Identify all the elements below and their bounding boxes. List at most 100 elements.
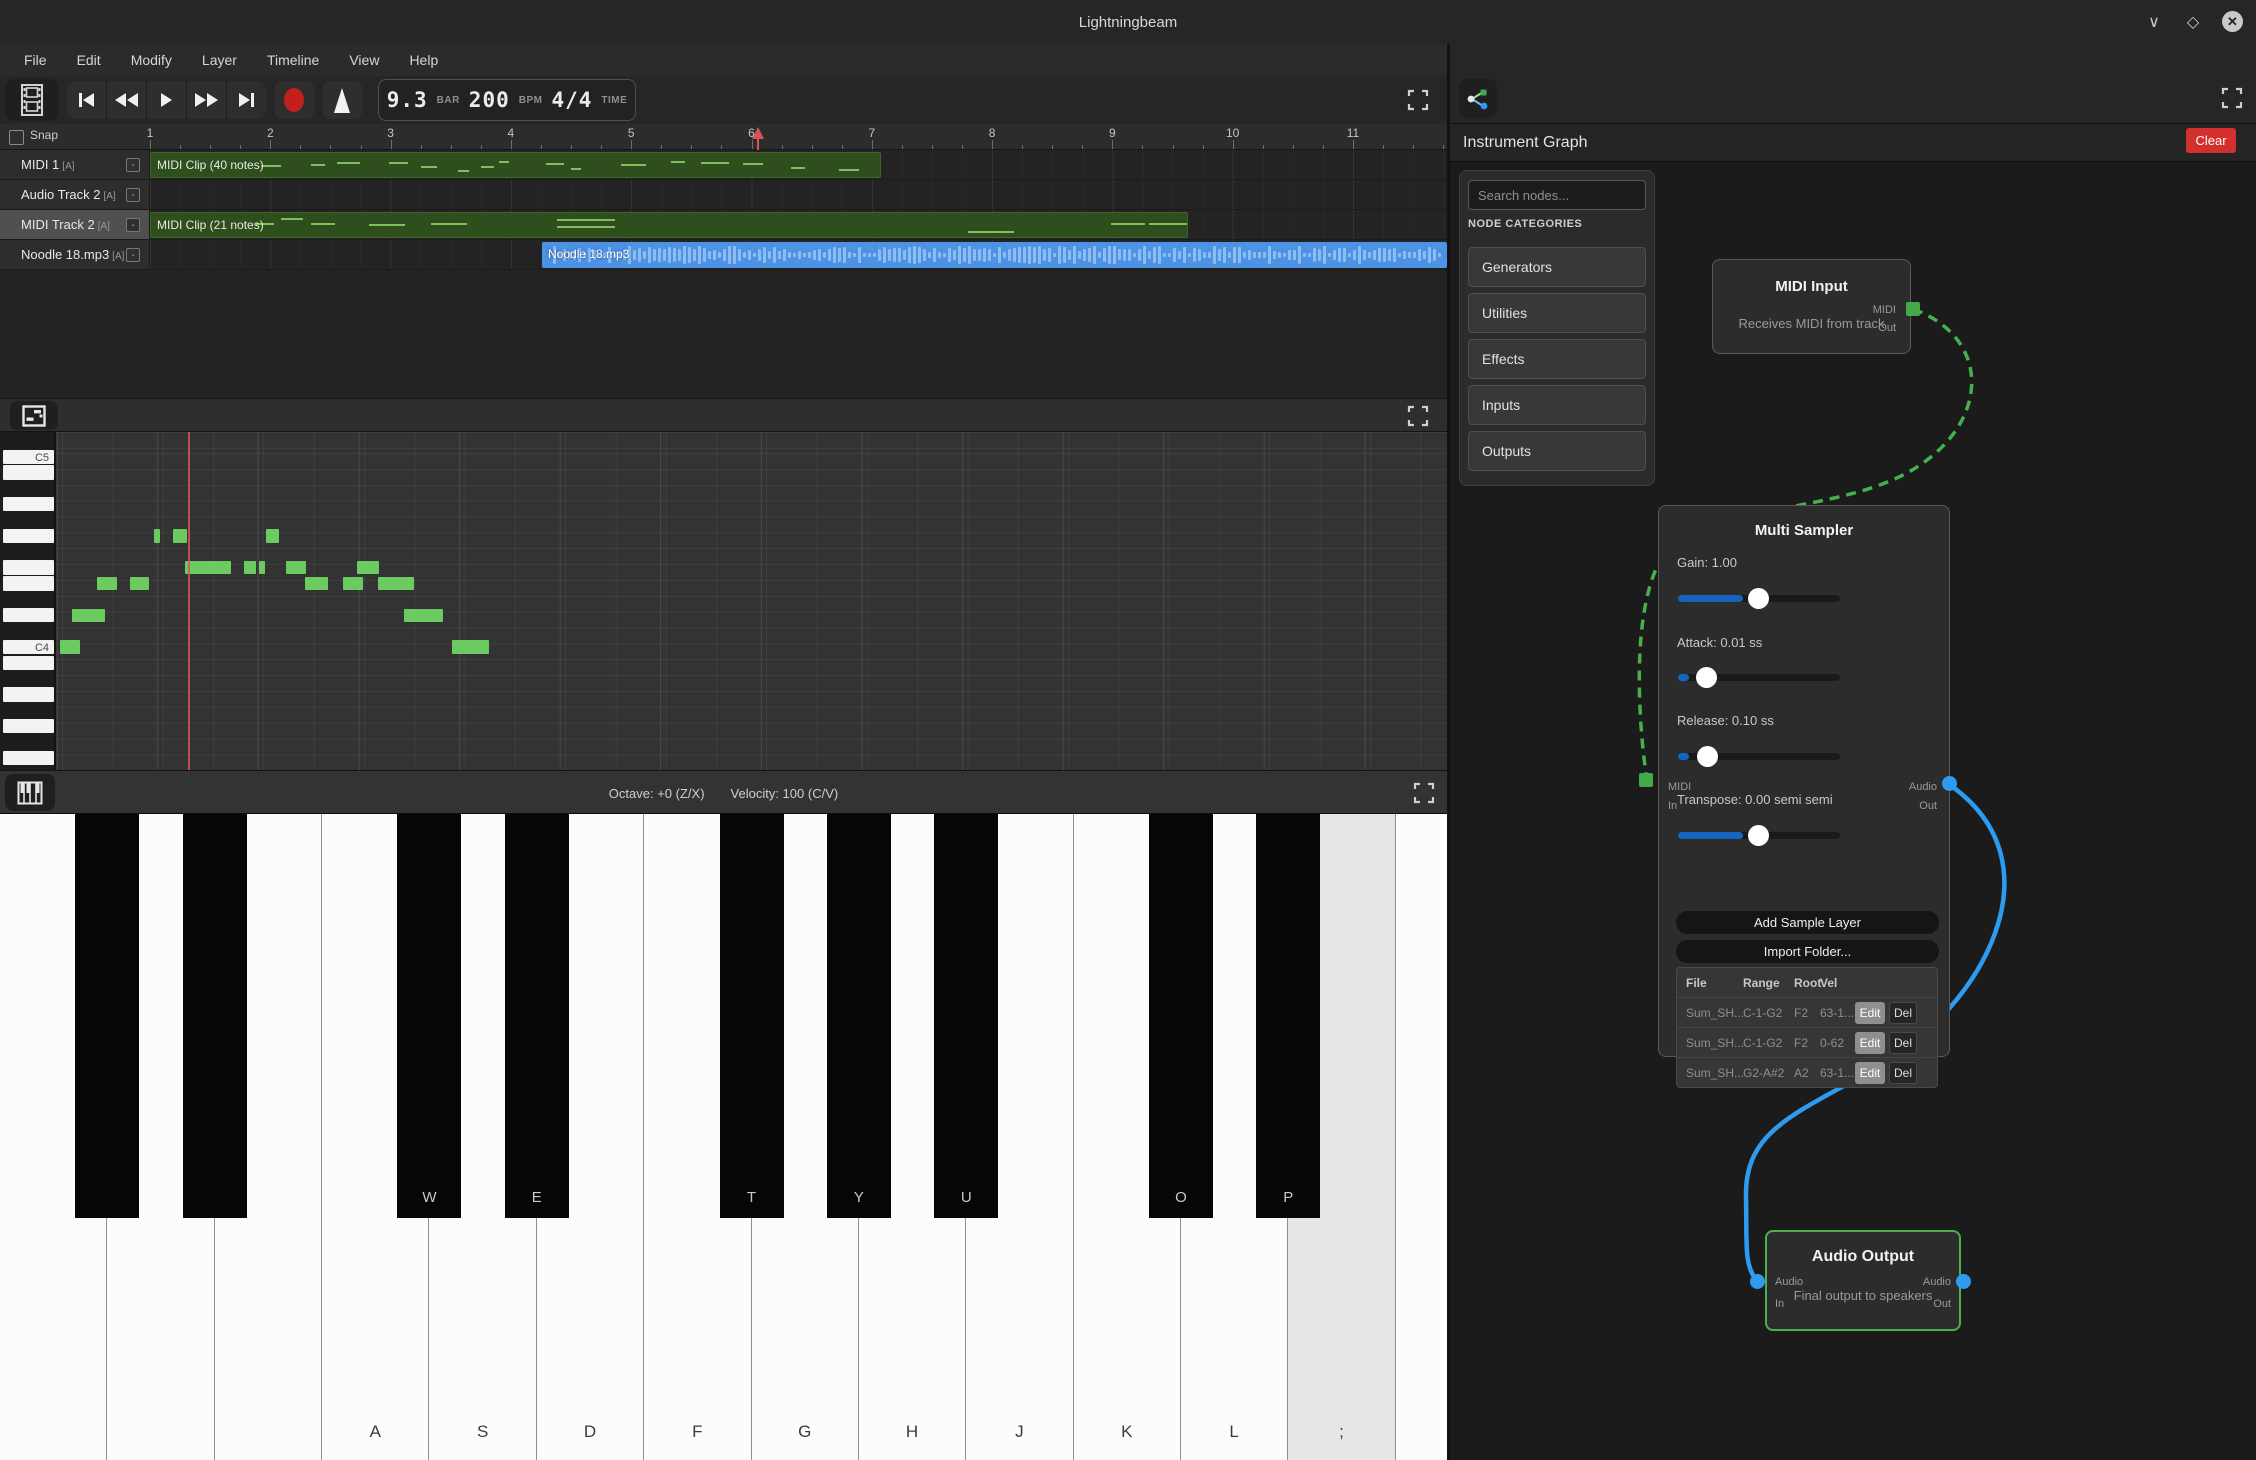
record-button[interactable] bbox=[274, 81, 314, 119]
midi-clip[interactable]: MIDI Clip (40 notes) bbox=[150, 152, 881, 178]
midi-note[interactable] bbox=[286, 561, 306, 575]
node-multi-sampler[interactable]: Multi Sampler Gain: 1.00Attack: 0.01 ssR… bbox=[1658, 505, 1950, 1057]
slider-track-1[interactable] bbox=[1678, 674, 1840, 681]
midi-note[interactable] bbox=[305, 577, 328, 591]
black-key-O[interactable]: O bbox=[1149, 814, 1213, 1218]
track-lane[interactable]: MIDI Clip (40 notes) bbox=[150, 150, 1447, 179]
film-button[interactable] bbox=[5, 79, 58, 121]
import-folder-button[interactable]: Import Folder... bbox=[1676, 940, 1939, 963]
slider-track-3[interactable] bbox=[1678, 832, 1840, 839]
midi-note[interactable] bbox=[404, 609, 443, 623]
black-key-E[interactable]: E bbox=[505, 814, 569, 1218]
pianoroll-key-F4[interactable] bbox=[3, 560, 54, 574]
pianoroll-key-C5[interactable]: C5 bbox=[3, 450, 54, 464]
pianoroll-popout-button[interactable] bbox=[10, 401, 58, 430]
pianoroll-key-G3[interactable] bbox=[3, 719, 54, 733]
black-key-P[interactable]: P bbox=[1256, 814, 1320, 1218]
graph-fullscreen-icon[interactable] bbox=[2220, 86, 2244, 110]
sample-edit-button[interactable]: Edit bbox=[1855, 1032, 1885, 1054]
slider-track-0[interactable] bbox=[1678, 595, 1840, 602]
black-key-W[interactable]: W bbox=[397, 814, 461, 1218]
category-inputs[interactable]: Inputs bbox=[1468, 385, 1646, 425]
category-utilities[interactable]: Utilities bbox=[1468, 293, 1646, 333]
track-checkbox[interactable]: - bbox=[126, 248, 140, 262]
pianoroll-key-E4[interactable] bbox=[3, 576, 54, 590]
black-key-Y[interactable]: Y bbox=[827, 814, 891, 1218]
slider-knob[interactable] bbox=[1697, 746, 1718, 767]
skip-end-button[interactable] bbox=[227, 81, 266, 119]
slider-knob[interactable] bbox=[1748, 588, 1769, 609]
track-checkbox[interactable]: - bbox=[126, 158, 140, 172]
add-sample-layer-button[interactable]: Add Sample Layer bbox=[1676, 911, 1939, 934]
track-lane[interactable] bbox=[150, 180, 1447, 209]
pianoroll-key-A4[interactable] bbox=[3, 497, 54, 511]
midi-note[interactable] bbox=[60, 640, 80, 654]
menu-item-timeline[interactable]: Timeline bbox=[255, 48, 331, 72]
keyboard-fullscreen-icon[interactable] bbox=[1412, 781, 1436, 805]
pianoroll-fullscreen-icon[interactable] bbox=[1406, 404, 1430, 428]
node-audio-output[interactable]: Audio Output Final output to speakers Au… bbox=[1765, 1230, 1961, 1331]
minimize-icon[interactable]: ∨ bbox=[2141, 9, 2167, 35]
close-icon[interactable]: ✕ bbox=[2222, 11, 2243, 32]
pianoroll-key-A3[interactable] bbox=[3, 687, 54, 701]
keyboard-popout-button[interactable] bbox=[5, 774, 55, 811]
pianoroll-playhead[interactable] bbox=[188, 432, 190, 770]
midi-note[interactable] bbox=[378, 577, 414, 591]
sample-del-button[interactable]: Del bbox=[1889, 1032, 1917, 1054]
pianoroll-key-B3[interactable] bbox=[3, 656, 54, 670]
pianoroll-key-G4[interactable] bbox=[3, 529, 54, 543]
pianoroll-grid[interactable] bbox=[56, 432, 1447, 770]
sample-edit-button[interactable]: Edit bbox=[1855, 1062, 1885, 1084]
midi-note[interactable] bbox=[259, 561, 265, 575]
menu-item-modify[interactable]: Modify bbox=[119, 48, 184, 72]
slider-knob[interactable] bbox=[1696, 667, 1717, 688]
slider-track-2[interactable] bbox=[1678, 753, 1840, 760]
black-key-U[interactable]: U bbox=[934, 814, 998, 1218]
sample-del-button[interactable]: Del bbox=[1889, 1002, 1917, 1024]
white-key-idx13[interactable] bbox=[1396, 814, 1447, 1460]
audio-output-out-port[interactable] bbox=[1956, 1274, 1971, 1289]
maximize-icon[interactable]: ◇ bbox=[2180, 9, 2206, 35]
category-effects[interactable]: Effects bbox=[1468, 339, 1646, 379]
timeline-ruler[interactable]: Snap 1234567891011 bbox=[0, 124, 1447, 150]
timeline-fullscreen-icon[interactable] bbox=[1406, 88, 1430, 112]
play-button[interactable] bbox=[147, 81, 187, 119]
midi-note[interactable] bbox=[343, 577, 363, 591]
midi-note[interactable] bbox=[130, 577, 149, 591]
midi-note[interactable] bbox=[173, 529, 187, 543]
pianoroll-key-C4[interactable]: C4 bbox=[3, 640, 54, 654]
rewind-button[interactable] bbox=[107, 81, 147, 119]
slider-knob[interactable] bbox=[1748, 825, 1769, 846]
black-key-T[interactable]: T bbox=[720, 814, 784, 1218]
node-midi-input[interactable]: MIDI Input Receives MIDI from track MIDI… bbox=[1712, 259, 1911, 354]
midi-note[interactable] bbox=[72, 609, 105, 623]
snap-checkbox[interactable] bbox=[9, 130, 24, 145]
sample-edit-button[interactable]: Edit bbox=[1855, 1002, 1885, 1024]
midi-note[interactable] bbox=[244, 561, 256, 575]
midi-clip[interactable]: MIDI Clip (21 notes) bbox=[150, 212, 1188, 238]
midi-note[interactable] bbox=[266, 529, 279, 543]
metronome-button[interactable] bbox=[322, 81, 362, 119]
search-nodes-input[interactable]: Search nodes... bbox=[1468, 180, 1646, 210]
sampler-audio-out-port[interactable] bbox=[1942, 776, 1957, 791]
category-generators[interactable]: Generators bbox=[1468, 247, 1646, 287]
midi-note[interactable] bbox=[154, 529, 160, 543]
menu-item-view[interactable]: View bbox=[337, 48, 391, 72]
skip-start-button[interactable] bbox=[67, 81, 107, 119]
midi-note[interactable] bbox=[185, 561, 231, 575]
audio-clip[interactable]: Noodle 18.mp3 bbox=[542, 242, 1447, 268]
black-key-pos2[interactable] bbox=[183, 814, 247, 1218]
menu-item-help[interactable]: Help bbox=[397, 48, 450, 72]
graph-view-button[interactable] bbox=[1459, 79, 1497, 118]
midi-note[interactable] bbox=[452, 640, 489, 654]
midi-input-out-port[interactable] bbox=[1906, 302, 1920, 316]
track-checkbox[interactable]: - bbox=[126, 188, 140, 202]
sample-del-button[interactable]: Del bbox=[1889, 1062, 1917, 1084]
black-key-pos1[interactable] bbox=[75, 814, 139, 1218]
menu-item-file[interactable]: File bbox=[12, 48, 59, 72]
track-area-empty[interactable] bbox=[0, 270, 1447, 398]
category-outputs[interactable]: Outputs bbox=[1468, 431, 1646, 471]
menu-item-layer[interactable]: Layer bbox=[190, 48, 249, 72]
clear-graph-button[interactable]: Clear bbox=[2186, 128, 2236, 153]
pianoroll-key-D4[interactable] bbox=[3, 608, 54, 622]
